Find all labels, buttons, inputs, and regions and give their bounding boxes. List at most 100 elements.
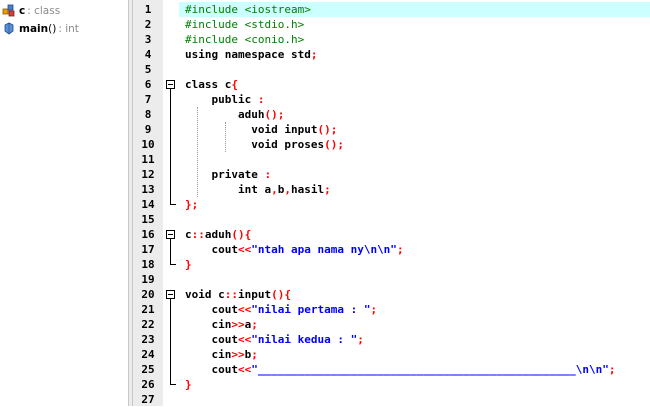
- line-number: 16: [141, 228, 155, 241]
- fold-margin[interactable]: [163, 0, 179, 406]
- code-line[interactable]: #include <iostream>: [179, 2, 650, 17]
- code-line[interactable]: int a,b,hasil;: [179, 182, 650, 197]
- code-token: };: [185, 198, 199, 211]
- code-token: >>: [231, 348, 245, 361]
- code-token: }: [185, 258, 192, 271]
- code-line[interactable]: cin>>a;: [179, 317, 650, 332]
- code-token: (){: [231, 228, 252, 241]
- code-line[interactable]: private :: [179, 167, 650, 182]
- code-token: hasil: [290, 183, 325, 196]
- code-line[interactable]: aduh();: [179, 107, 650, 122]
- indent-guide: [197, 107, 198, 197]
- code-line[interactable]: public :: [179, 92, 650, 107]
- line-number: 15: [141, 213, 155, 226]
- fold-toggle[interactable]: [166, 80, 175, 89]
- code-token: (){: [271, 288, 291, 301]
- indent-guide: [225, 122, 226, 152]
- code-token: ();: [317, 123, 338, 136]
- fold-toggle[interactable]: [166, 290, 175, 299]
- code-token: input: [238, 288, 272, 301]
- code-token: cin: [185, 348, 232, 361]
- code-line[interactable]: cout<<"nilai kedua : ";: [179, 332, 650, 347]
- code-token: ;: [396, 243, 404, 256]
- code-token: #include <iostream>: [185, 3, 311, 16]
- code-line[interactable]: }: [179, 377, 650, 392]
- code-token: ();: [264, 108, 285, 121]
- fold-end-tick: [170, 264, 176, 265]
- class-icon: [2, 4, 16, 18]
- line-number: 22: [141, 318, 155, 331]
- line-number: 14: [141, 198, 155, 211]
- code-token: cout: [185, 333, 238, 346]
- code-token: ;: [251, 348, 258, 361]
- code-token: class c: [185, 78, 232, 91]
- code-token: c: [185, 228, 192, 241]
- code-line[interactable]: cout<<"nilai pertama : ";: [179, 302, 650, 317]
- code-line[interactable]: #include <conio.h>: [179, 32, 650, 47]
- fold-end-tick: [170, 384, 176, 385]
- code-line[interactable]: using namespace std;: [179, 47, 650, 62]
- code-line[interactable]: void proses();: [179, 137, 650, 152]
- code-area[interactable]: #include <iostream> #include <stdio.h> #in…: [179, 0, 650, 406]
- line-number-gutter: 1 2 3 4 5 6 7 8 9 10 11 12 13 14 15 16 17 18 19 20 21 22 23 24 2…: [133, 0, 163, 406]
- line-number: 4: [144, 48, 152, 61]
- code-line[interactable]: };: [179, 197, 650, 212]
- line-number: 8: [144, 108, 152, 121]
- code-token: "nilai pertama : ": [251, 303, 371, 316]
- code-line[interactable]: [179, 392, 650, 407]
- code-token: ();: [324, 138, 344, 151]
- code-token: ;: [251, 318, 258, 331]
- class-browser-panel: c : class main() : int: [0, 0, 128, 406]
- fold-toggle[interactable]: [166, 230, 175, 239]
- code-token: using namespace std: [185, 48, 311, 61]
- code-token: "nilai kedua : ": [251, 333, 358, 346]
- code-line[interactable]: void input();: [179, 122, 650, 137]
- fold-line: [170, 299, 171, 384]
- line-number: 19: [141, 273, 155, 286]
- code-token: <<: [237, 333, 252, 346]
- code-token: :: [264, 168, 272, 181]
- code-line[interactable]: [179, 272, 650, 287]
- code-line[interactable]: class c{: [179, 77, 650, 92]
- code-line[interactable]: c::aduh(){: [179, 227, 650, 242]
- code-token: void input: [185, 123, 318, 136]
- code-token: cout: [185, 243, 238, 256]
- code-line[interactable]: }: [179, 257, 650, 272]
- code-token: ::: [224, 288, 238, 301]
- function-icon: [2, 22, 16, 36]
- code-token: ;: [370, 303, 378, 316]
- code-token: >>: [231, 318, 245, 331]
- code-token: ;: [357, 333, 364, 346]
- line-number: 20: [141, 288, 155, 301]
- function-paren: (): [48, 22, 57, 35]
- line-number: 9: [144, 123, 152, 136]
- code-token: ,: [284, 183, 291, 196]
- code-line[interactable]: cout<<"_________________________________…: [179, 362, 650, 377]
- code-token: <<: [237, 303, 252, 316]
- code-token: "ntah apa nama ny\n\n": [251, 243, 397, 256]
- code-token: ;: [310, 48, 318, 61]
- code-line[interactable]: [179, 62, 650, 77]
- line-number: 1: [144, 3, 152, 16]
- code-token: <<: [237, 363, 252, 376]
- code-token: cout: [185, 363, 238, 376]
- code-token: #include <stdio.h>: [185, 18, 305, 31]
- code-line[interactable]: #include <stdio.h>: [179, 17, 650, 32]
- code-line[interactable]: [179, 212, 650, 227]
- line-number: 11: [141, 153, 155, 166]
- class-type: : class: [27, 4, 61, 17]
- function-name: main: [19, 22, 49, 35]
- code-line[interactable]: cin>>b;: [179, 347, 650, 362]
- code-editor[interactable]: 1 2 3 4 5 6 7 8 9 10 11 12 13 14 15 16 17 18 19 20 21 22 23 24 2…: [133, 0, 650, 406]
- code-line[interactable]: cout<<"ntah apa nama ny\n\n";: [179, 242, 650, 257]
- line-number: 2: [144, 18, 152, 31]
- code-line[interactable]: [179, 152, 650, 167]
- fold-line: [170, 89, 171, 204]
- code-token: ;: [608, 363, 616, 376]
- code-token: #include <conio.h>: [185, 33, 305, 46]
- code-line[interactable]: void c::input(){: [179, 287, 650, 302]
- class-browser-item-c[interactable]: c : class: [2, 3, 60, 18]
- line-number: 26: [141, 378, 155, 391]
- code-token: "_______________________________________…: [251, 363, 609, 376]
- class-browser-item-main[interactable]: main() : int: [2, 21, 79, 36]
